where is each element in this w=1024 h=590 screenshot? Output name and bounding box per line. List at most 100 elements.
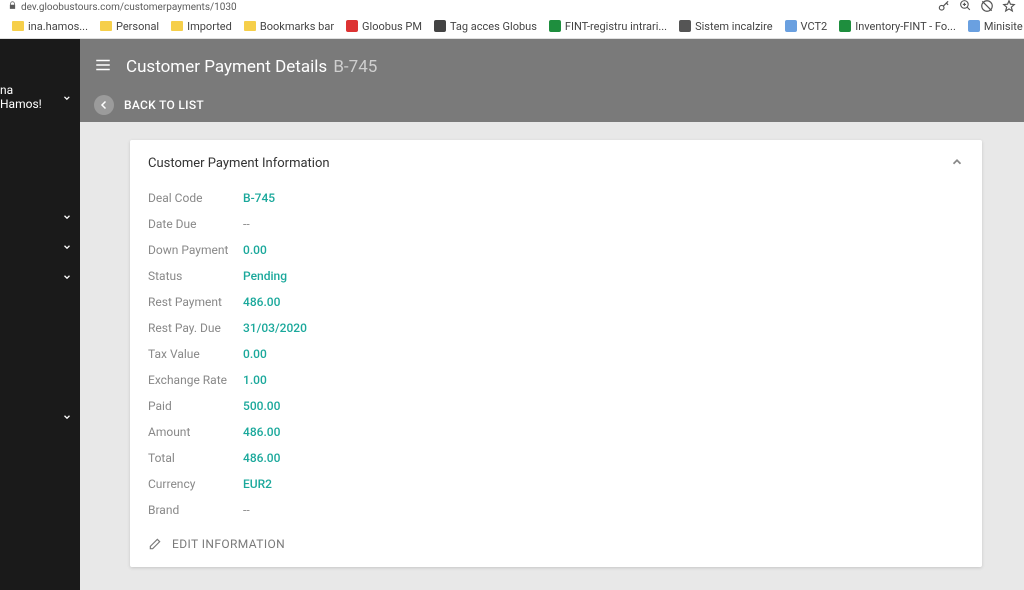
chevron-down-icon bbox=[62, 207, 72, 217]
page-title-text: Customer Payment Details bbox=[126, 57, 327, 77]
bookmark-label: Imported bbox=[187, 20, 232, 33]
bookmark-label: Tag acces Globus bbox=[450, 20, 537, 33]
bookmark-item[interactable]: FINT-registru intrari... bbox=[545, 18, 671, 35]
bookmark-item[interactable]: ina.hamos... bbox=[8, 18, 92, 35]
favicon-icon bbox=[549, 20, 561, 32]
info-row: Total486.00 bbox=[148, 445, 964, 471]
main-area: Customer Payment Details B-745 BACK TO L… bbox=[80, 39, 1024, 590]
key-icon[interactable] bbox=[937, 0, 951, 16]
info-row-value: 486.00 bbox=[243, 295, 280, 309]
browser-address-strip: dev.gloobustours.com/customerpayments/10… bbox=[0, 0, 1024, 14]
star-icon[interactable] bbox=[1002, 0, 1016, 16]
info-row: Rest Pay. Due31/03/2020 bbox=[148, 315, 964, 341]
incognito-icon[interactable] bbox=[980, 0, 994, 16]
bookmark-item[interactable]: Gloobus PM bbox=[342, 18, 426, 35]
info-row-value: 486.00 bbox=[243, 451, 280, 465]
info-row: Brand-- bbox=[148, 497, 964, 523]
sidebar-item-2[interactable] bbox=[0, 227, 80, 257]
bookmark-label: Minisite bbox=[984, 20, 1023, 33]
folder-icon bbox=[171, 21, 183, 31]
info-row: Exchange Rate1.00 bbox=[148, 367, 964, 393]
info-row: Rest Payment486.00 bbox=[148, 289, 964, 315]
bookmark-label: VCT2 bbox=[801, 20, 828, 33]
info-row-value: 486.00 bbox=[243, 425, 280, 439]
bookmark-label: Personal bbox=[116, 20, 159, 33]
sidebar: na Hamos! bbox=[0, 39, 80, 590]
bookmark-item[interactable]: Tag acces Globus bbox=[430, 18, 541, 35]
info-row: Date Due-- bbox=[148, 211, 964, 237]
info-row: Tax Value0.00 bbox=[148, 341, 964, 367]
info-row: Down Payment0.00 bbox=[148, 237, 964, 263]
info-row-label: Date Due bbox=[148, 217, 243, 231]
collapse-icon[interactable] bbox=[950, 154, 964, 173]
info-row-value: B-745 bbox=[243, 191, 275, 205]
sidebar-item-4[interactable] bbox=[0, 397, 80, 427]
info-row-label: Down Payment bbox=[148, 243, 243, 257]
info-row-label: Amount bbox=[148, 425, 243, 439]
edit-information-button[interactable]: EDIT INFORMATION bbox=[148, 523, 964, 551]
chevron-down-icon bbox=[62, 92, 72, 102]
info-row: Paid500.00 bbox=[148, 393, 964, 419]
favicon-icon bbox=[679, 20, 691, 32]
lock-icon bbox=[8, 1, 17, 13]
bookmark-label: Inventory-FINT - Fo... bbox=[855, 20, 956, 33]
page-title: Customer Payment Details B-745 bbox=[126, 57, 377, 77]
chevron-down-icon bbox=[62, 237, 72, 247]
favicon-icon bbox=[785, 20, 797, 32]
info-row-label: Rest Pay. Due bbox=[148, 321, 243, 335]
sidebar-item-3[interactable] bbox=[0, 257, 80, 287]
info-row-value: Pending bbox=[243, 269, 287, 283]
sidebar-user-name: na Hamos! bbox=[0, 83, 56, 111]
chevron-down-icon bbox=[62, 267, 72, 277]
info-row-label: Currency bbox=[148, 477, 243, 491]
info-row-value: 31/03/2020 bbox=[243, 321, 307, 335]
bookmark-item[interactable]: VCT2 bbox=[781, 18, 832, 35]
info-row-value: 1.00 bbox=[243, 373, 267, 387]
bookmarks-bar: ina.hamos... Personal Imported Bookmarks ba… bbox=[0, 14, 1024, 39]
info-row-label: Deal Code bbox=[148, 191, 243, 205]
card-title: Customer Payment Information bbox=[148, 156, 330, 171]
browser-url[interactable]: dev.gloobustours.com/customerpayments/10… bbox=[21, 2, 237, 13]
bookmark-label: Sistem incalzire bbox=[695, 20, 772, 33]
info-row: CurrencyEUR2 bbox=[148, 471, 964, 497]
info-row-value: 500.00 bbox=[243, 399, 280, 413]
favicon-icon bbox=[839, 20, 851, 32]
back-to-list-button[interactable]: BACK TO LIST bbox=[94, 95, 204, 115]
chevron-down-icon bbox=[62, 407, 72, 417]
folder-icon bbox=[100, 21, 112, 31]
folder-icon bbox=[244, 21, 256, 31]
page-header: Customer Payment Details B-745 bbox=[80, 39, 1024, 94]
bookmark-item[interactable]: Inventory-FINT - Fo... bbox=[835, 18, 960, 35]
bookmark-item[interactable]: Sistem incalzire bbox=[675, 18, 776, 35]
info-row-label: Exchange Rate bbox=[148, 373, 243, 387]
info-row: Deal CodeB-745 bbox=[148, 185, 964, 211]
bookmark-item[interactable]: Minisite bbox=[964, 18, 1024, 35]
info-row-label: Rest Payment bbox=[148, 295, 243, 309]
page-title-code: B-745 bbox=[333, 57, 377, 77]
info-row-label: Status bbox=[148, 269, 243, 283]
payment-info-card: Customer Payment Information Deal CodeB-… bbox=[130, 140, 982, 567]
bookmark-label: Bookmarks bar bbox=[260, 20, 334, 33]
info-row-label: Brand bbox=[148, 503, 243, 517]
info-row-value: -- bbox=[243, 503, 250, 517]
favicon-icon bbox=[346, 20, 358, 32]
bookmark-item[interactable]: Personal bbox=[96, 18, 163, 35]
bookmark-item[interactable]: Bookmarks bar bbox=[240, 18, 338, 35]
hamburger-icon[interactable] bbox=[94, 56, 112, 78]
favicon-icon bbox=[434, 20, 446, 32]
sidebar-user[interactable]: na Hamos! bbox=[0, 77, 80, 117]
bookmark-label: Gloobus PM bbox=[362, 20, 422, 33]
bookmark-label: ina.hamos... bbox=[28, 20, 88, 33]
edit-information-label: EDIT INFORMATION bbox=[172, 537, 285, 551]
content-area: Customer Payment Information Deal CodeB-… bbox=[80, 122, 1024, 590]
sidebar-item-1[interactable] bbox=[0, 197, 80, 227]
info-row-label: Tax Value bbox=[148, 347, 243, 361]
zoom-icon[interactable] bbox=[959, 0, 972, 15]
pencil-icon bbox=[148, 537, 162, 551]
bookmark-item[interactable]: Imported bbox=[167, 18, 236, 35]
info-row-value: EUR2 bbox=[243, 477, 272, 491]
favicon-icon bbox=[968, 20, 980, 32]
page-subheader: BACK TO LIST bbox=[80, 94, 1024, 122]
browser-action-icons bbox=[937, 0, 1016, 16]
back-to-list-label: BACK TO LIST bbox=[124, 98, 204, 112]
